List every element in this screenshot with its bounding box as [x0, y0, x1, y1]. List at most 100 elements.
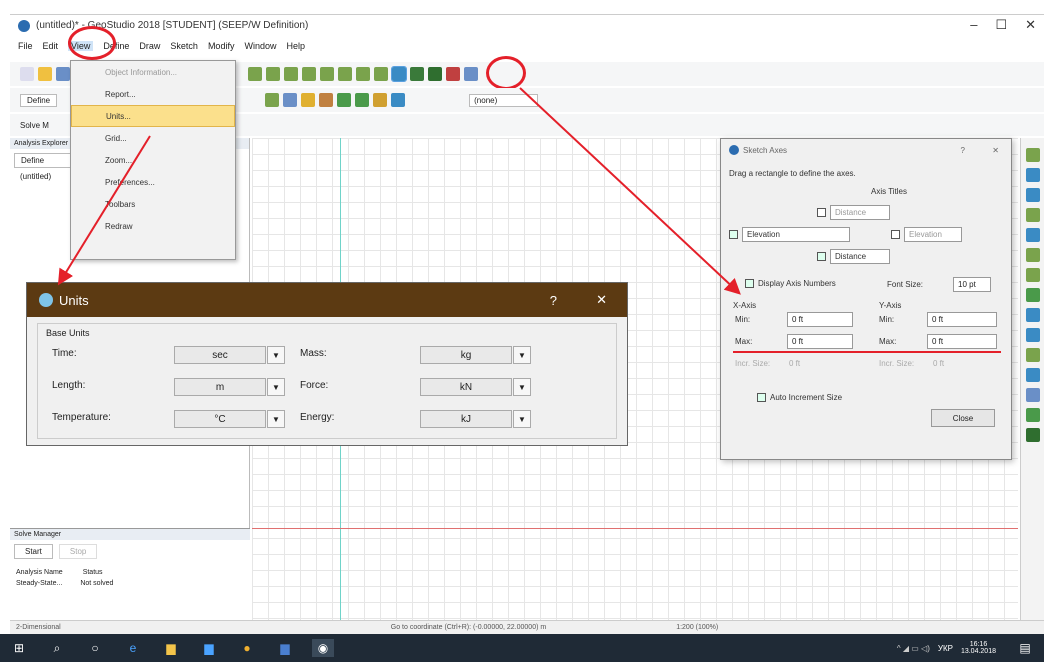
y-min-input[interactable]: 0 ft [927, 312, 997, 327]
menu-item-redraw[interactable]: Redraw [71, 215, 235, 237]
menu-modify[interactable]: Modify [208, 41, 235, 51]
start-button[interactable]: Start [14, 544, 53, 559]
close-button[interactable]: ✕ [1025, 17, 1036, 33]
sketch-polyline-icon[interactable] [266, 67, 280, 81]
sketch-arc-icon[interactable] [284, 67, 298, 81]
draw-boundary-icon[interactable] [337, 93, 352, 107]
solve-manager-tab[interactable]: Solve M [20, 121, 49, 130]
define-button[interactable]: Define [14, 153, 72, 168]
menu-help[interactable]: Help [286, 41, 305, 51]
tool-icon-7[interactable] [1025, 268, 1040, 282]
y-incr-value[interactable]: 0 ft [933, 359, 944, 368]
sketch-axes-close-icon[interactable]: ✕ [992, 146, 999, 155]
left-title-checkbox[interactable] [729, 230, 738, 240]
menu-sketch[interactable]: Sketch [170, 41, 198, 51]
system-tray-icons[interactable]: ^ ◢ ▭ ◁) [897, 644, 930, 653]
sketch-arrow-icon[interactable] [374, 67, 388, 81]
none-selector[interactable]: (none) [469, 93, 539, 107]
menu-file[interactable]: File [18, 41, 33, 51]
tool-icon-14[interactable] [1025, 408, 1040, 422]
clock[interactable]: 16:16 13.04.2018 [961, 641, 996, 655]
minimize-button[interactable]: – [970, 17, 977, 33]
maximize-button[interactable]: ☐ [995, 17, 1007, 33]
sketch-axes-icon[interactable] [391, 66, 407, 82]
save-icon[interactable] [56, 67, 70, 81]
x-min-input[interactable]: 0 ft [787, 312, 853, 327]
right-title-checkbox[interactable] [891, 230, 900, 240]
sketch-pencil-icon[interactable] [446, 67, 460, 81]
tool-icon-6[interactable] [1025, 248, 1040, 262]
menu-edit[interactable]: Edit [43, 41, 59, 51]
menu-item-preferences[interactable]: Preferences... [71, 171, 235, 193]
sketch-curve-icon[interactable] [320, 67, 334, 81]
tool-icon-10[interactable] [1025, 328, 1040, 342]
menu-item-object-information[interactable]: Object Information... [71, 61, 235, 83]
left-title-input[interactable]: Elevation [742, 227, 850, 242]
sketch-circle-icon[interactable] [302, 67, 316, 81]
open-folder-icon[interactable] [38, 67, 52, 81]
units-close-button[interactable]: ✕ [596, 292, 607, 308]
tool-icon-13[interactable] [1025, 388, 1040, 402]
edge-browser-icon[interactable]: e [122, 639, 144, 657]
menu-item-report[interactable]: Report... [71, 83, 235, 105]
auto-increment-checkbox[interactable] [757, 393, 766, 403]
geostudio-taskbar-icon[interactable]: ◉ [312, 639, 334, 657]
word-icon[interactable]: ▆ [274, 639, 296, 657]
draw-region-icon[interactable] [265, 93, 280, 107]
bottom-title-checkbox[interactable] [817, 252, 826, 262]
draw-flux-icon[interactable] [373, 93, 388, 107]
solve-table-row[interactable]: Steady-State... Not solved [10, 576, 250, 591]
menu-item-units[interactable]: Units... [71, 105, 235, 127]
tool-icon-1[interactable] [1025, 148, 1040, 162]
tool-icon-3[interactable] [1025, 188, 1040, 202]
draw-point-icon[interactable] [283, 93, 298, 107]
store-icon[interactable]: ▆ [198, 639, 220, 657]
language-indicator[interactable]: УКР [938, 644, 953, 653]
sketch-image-icon[interactable] [464, 67, 478, 81]
file-explorer-icon[interactable]: ▆ [160, 639, 182, 657]
energy-select[interactable]: kJ ▼ [420, 410, 531, 428]
force-select[interactable]: kN ▼ [420, 378, 531, 396]
menu-window[interactable]: Window [244, 41, 276, 51]
top-title-input[interactable]: Distance [830, 205, 890, 220]
notifications-icon[interactable]: ▤ [1014, 639, 1036, 657]
sketch-dimension-icon[interactable] [356, 67, 370, 81]
top-title-checkbox[interactable] [817, 208, 826, 218]
temperature-select[interactable]: °C ▼ [174, 410, 285, 428]
x-incr-value[interactable]: 0 ft [789, 359, 800, 368]
tool-icon-9[interactable] [1025, 308, 1040, 322]
menu-item-grid[interactable]: Grid... [71, 127, 235, 149]
sketch-axes-close-button[interactable]: Close [931, 409, 995, 427]
menu-item-zoom[interactable]: Zoom... [71, 149, 235, 171]
sketch-flag-icon[interactable] [428, 67, 442, 81]
windows-start-icon[interactable]: ⊞ [8, 639, 30, 657]
menu-draw[interactable]: Draw [139, 41, 160, 51]
chrome-icon[interactable]: ● [236, 639, 258, 657]
sketch-axes-help-button[interactable]: ? [961, 146, 965, 155]
sketch-line-icon[interactable] [248, 67, 262, 81]
tool-icon-11[interactable] [1025, 348, 1040, 362]
y-max-input[interactable]: 0 ft [927, 334, 997, 349]
tool-icon-5[interactable] [1025, 228, 1040, 242]
draw-material-icon[interactable] [319, 93, 334, 107]
x-max-input[interactable]: 0 ft [787, 334, 853, 349]
new-file-icon[interactable] [20, 67, 34, 81]
tool-icon-15[interactable] [1025, 428, 1040, 442]
draw-mesh-icon[interactable] [355, 93, 370, 107]
display-axis-numbers-checkbox[interactable] [745, 279, 754, 289]
bottom-title-input[interactable]: Distance [830, 249, 890, 264]
units-help-button[interactable]: ? [550, 293, 557, 308]
stop-button[interactable]: Stop [58, 544, 98, 559]
search-icon[interactable]: ⌕ [46, 639, 68, 657]
draw-water-icon[interactable] [391, 93, 406, 107]
sketch-pen-icon[interactable] [410, 67, 424, 81]
font-size-select[interactable]: 10 pt [953, 277, 991, 292]
menu-item-toolbars[interactable]: Toolbars [71, 193, 235, 215]
define-mode-button[interactable]: Define [20, 93, 58, 107]
tool-icon-8[interactable] [1025, 288, 1040, 302]
task-view-icon[interactable]: ○ [84, 639, 106, 657]
right-title-input[interactable]: Elevation [904, 227, 962, 242]
tool-icon-12[interactable] [1025, 368, 1040, 382]
tool-icon-4[interactable] [1025, 208, 1040, 222]
mass-select[interactable]: kg ▼ [420, 346, 531, 364]
